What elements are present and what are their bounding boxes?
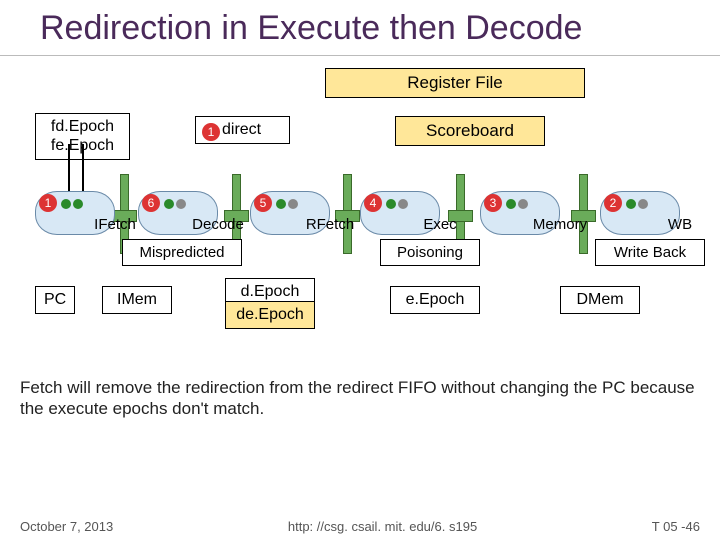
- stage-label: Decode: [178, 216, 258, 233]
- stage-rfetch: 5 RFetch: [250, 191, 330, 235]
- scoreboard-box: Scoreboard: [395, 116, 545, 146]
- epoch-dots: [164, 196, 188, 213]
- fd-epoch-label: fd.Epoch: [44, 118, 121, 136]
- epoch-dots: [626, 196, 650, 213]
- stage-ifetch: 1 IFetch: [35, 191, 115, 235]
- slide-footer: October 7, 2013 http: //csg. csail. mit.…: [0, 519, 720, 534]
- stage-label: Memory: [520, 216, 600, 233]
- mispredicted-box: Mispredicted: [122, 239, 242, 266]
- stage-label: IFetch: [75, 216, 155, 233]
- footer-date: October 7, 2013: [20, 519, 113, 534]
- imem-box: IMem: [102, 286, 172, 314]
- redirect-box: 1 direct: [195, 116, 290, 144]
- arrow: [68, 144, 70, 192]
- stage-wb: 2 WB: [600, 191, 680, 235]
- stage-exec: 4 Exec: [360, 191, 440, 235]
- arrow: [82, 144, 84, 192]
- de-epoch-box: de.Epoch: [225, 301, 315, 329]
- dmem-box: DMem: [560, 286, 640, 314]
- epoch-dots: [61, 196, 85, 213]
- stage-label: RFetch: [290, 216, 370, 233]
- stage-label: Exec: [400, 216, 480, 233]
- epoch-dots: [506, 196, 530, 213]
- footer-url: http: //csg. csail. mit. edu/6. s195: [288, 519, 477, 534]
- epoch-dots: [386, 196, 410, 213]
- e-epoch-box: e.Epoch: [390, 286, 480, 314]
- redirect-label: direct: [222, 121, 261, 138]
- pc-box: PC: [35, 286, 75, 314]
- poisoning-box: Poisoning: [380, 239, 480, 266]
- slide-caption: Fetch will remove the redirection from t…: [0, 376, 720, 421]
- footer-slide: T 05 -46: [652, 519, 700, 534]
- stage-memory: 3 Memory: [480, 191, 560, 235]
- redirect-step-num: 1: [202, 123, 220, 141]
- fifo-icon: [343, 174, 352, 254]
- register-file-box: Register File: [325, 68, 585, 98]
- stage-label: WB: [640, 216, 720, 233]
- write-back-box: Write Back: [595, 239, 705, 266]
- epoch-dots: [276, 196, 300, 213]
- fifo-icon: [579, 174, 588, 254]
- pipeline-diagram: Register File fd.Epoch fe.Epoch 1 direct…: [20, 56, 700, 376]
- slide-title: Redirection in Execute then Decode: [0, 0, 720, 56]
